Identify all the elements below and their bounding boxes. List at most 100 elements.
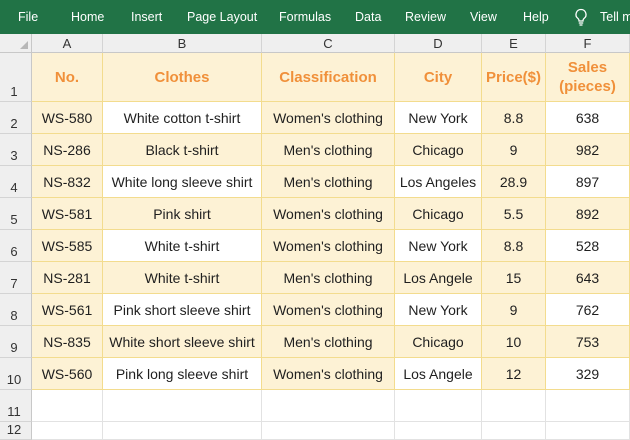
table-cell[interactable]: New York (395, 230, 482, 262)
column-header-f[interactable]: F (546, 34, 630, 53)
menu-review[interactable]: Review (405, 0, 446, 34)
table-cell[interactable]: Women's clothing (262, 230, 395, 262)
header-cell[interactable]: Clothes (103, 53, 262, 102)
table-cell[interactable]: 643 (546, 262, 630, 294)
table-cell[interactable]: 8.8 (482, 102, 546, 134)
table-cell[interactable]: WS-560 (32, 358, 103, 390)
column-header-b[interactable]: B (103, 34, 262, 53)
empty-cell[interactable] (103, 422, 262, 440)
table-cell[interactable]: Women's clothing (262, 358, 395, 390)
header-cell[interactable]: Classification (262, 53, 395, 102)
table-cell[interactable]: Chicago (395, 326, 482, 358)
row-header-4[interactable]: 4 (0, 166, 32, 198)
empty-cell[interactable] (395, 390, 482, 422)
table-cell[interactable]: 892 (546, 198, 630, 230)
header-cell[interactable]: Price($) (482, 53, 546, 102)
row-header-8[interactable]: 8 (0, 294, 32, 326)
table-cell[interactable]: NS-835 (32, 326, 103, 358)
table-cell[interactable]: Los Angeles (395, 166, 482, 198)
table-cell[interactable]: White short sleeve shirt (103, 326, 262, 358)
table-cell[interactable]: New York (395, 102, 482, 134)
table-cell[interactable]: WS-580 (32, 102, 103, 134)
table-cell[interactable]: 9 (482, 134, 546, 166)
menu-formulas[interactable]: Formulas (279, 0, 331, 34)
menu-page-layout[interactable]: Page Layout (187, 0, 257, 34)
column-header-e[interactable]: E (482, 34, 546, 53)
table-cell[interactable]: 528 (546, 230, 630, 262)
table-cell[interactable]: Pink shirt (103, 198, 262, 230)
row-header-7[interactable]: 7 (0, 262, 32, 294)
table-cell[interactable]: White t-shirt (103, 230, 262, 262)
row-header-12[interactable]: 12 (0, 422, 32, 440)
table-cell[interactable]: White t-shirt (103, 262, 262, 294)
table-cell[interactable]: Women's clothing (262, 294, 395, 326)
menu-file[interactable]: File (18, 0, 38, 34)
table-cell[interactable]: Los Angele (395, 358, 482, 390)
table-cell[interactable]: Men's clothing (262, 326, 395, 358)
table-cell[interactable]: WS-585 (32, 230, 103, 262)
table-cell[interactable]: NS-281 (32, 262, 103, 294)
tell-me-search[interactable]: Tell m (600, 0, 630, 34)
table-cell[interactable]: 5.5 (482, 198, 546, 230)
table-cell[interactable]: 982 (546, 134, 630, 166)
menu-help[interactable]: Help (523, 0, 549, 34)
menu-home[interactable]: Home (71, 0, 104, 34)
empty-cell[interactable] (395, 422, 482, 440)
table-cell[interactable]: 329 (546, 358, 630, 390)
empty-cell[interactable] (262, 390, 395, 422)
table-cell[interactable]: Chicago (395, 198, 482, 230)
row-header-6[interactable]: 6 (0, 230, 32, 262)
menu-insert[interactable]: Insert (131, 0, 162, 34)
table-cell[interactable]: Chicago (395, 134, 482, 166)
empty-cell[interactable] (546, 422, 630, 440)
empty-cell[interactable] (482, 422, 546, 440)
menu-view[interactable]: View (470, 0, 497, 34)
empty-cell[interactable] (32, 422, 103, 440)
select-all-corner[interactable] (0, 34, 32, 53)
row-header-2[interactable]: 2 (0, 102, 32, 134)
row-header-9[interactable]: 9 (0, 326, 32, 358)
table-cell[interactable]: Men's clothing (262, 166, 395, 198)
table-cell[interactable]: 10 (482, 326, 546, 358)
column-header-a[interactable]: A (32, 34, 103, 53)
empty-cell[interactable] (546, 390, 630, 422)
empty-cell[interactable] (262, 422, 395, 440)
table-cell[interactable]: Women's clothing (262, 198, 395, 230)
column-header-d[interactable]: D (395, 34, 482, 53)
table-cell[interactable]: 9 (482, 294, 546, 326)
header-cell[interactable]: No. (32, 53, 103, 102)
table-cell[interactable]: White cotton t-shirt (103, 102, 262, 134)
empty-cell[interactable] (103, 390, 262, 422)
menu-data[interactable]: Data (355, 0, 381, 34)
table-cell[interactable]: 753 (546, 326, 630, 358)
row-header-3[interactable]: 3 (0, 134, 32, 166)
table-cell[interactable]: 15 (482, 262, 546, 294)
table-cell[interactable]: 762 (546, 294, 630, 326)
table-cell[interactable]: 28.9 (482, 166, 546, 198)
column-header-c[interactable]: C (262, 34, 395, 53)
header-cell[interactable]: Sales (pieces) (546, 53, 630, 102)
table-cell[interactable]: Pink long sleeve shirt (103, 358, 262, 390)
table-cell[interactable]: Men's clothing (262, 262, 395, 294)
table-cell[interactable]: Men's clothing (262, 134, 395, 166)
row-header-11[interactable]: 11 (0, 390, 32, 422)
table-cell[interactable]: New York (395, 294, 482, 326)
table-cell[interactable]: Los Angele (395, 262, 482, 294)
table-cell[interactable]: NS-286 (32, 134, 103, 166)
header-cell[interactable]: City (395, 53, 482, 102)
table-cell[interactable]: 638 (546, 102, 630, 134)
table-cell[interactable]: 897 (546, 166, 630, 198)
table-cell[interactable]: 8.8 (482, 230, 546, 262)
table-cell[interactable]: Black t-shirt (103, 134, 262, 166)
table-cell[interactable]: WS-561 (32, 294, 103, 326)
table-cell[interactable]: 12 (482, 358, 546, 390)
table-cell[interactable]: White long sleeve shirt (103, 166, 262, 198)
empty-cell[interactable] (482, 390, 546, 422)
table-cell[interactable]: Women's clothing (262, 102, 395, 134)
row-header-5[interactable]: 5 (0, 198, 32, 230)
table-cell[interactable]: NS-832 (32, 166, 103, 198)
table-cell[interactable]: Pink short sleeve shirt (103, 294, 262, 326)
row-header-10[interactable]: 10 (0, 358, 32, 390)
empty-cell[interactable] (32, 390, 103, 422)
table-cell[interactable]: WS-581 (32, 198, 103, 230)
